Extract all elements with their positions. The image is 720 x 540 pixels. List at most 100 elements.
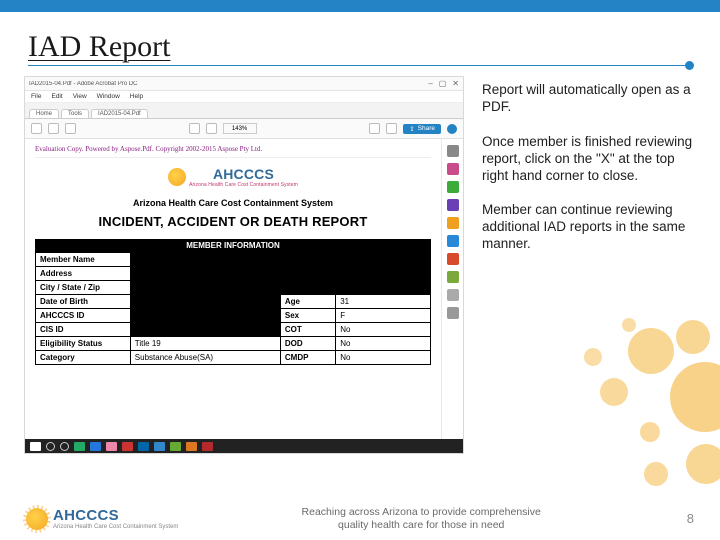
pdf-right-rail — [441, 139, 463, 439]
sun-icon — [168, 168, 186, 186]
page-number: 8 — [664, 511, 694, 526]
taskview-icon[interactable] — [60, 442, 69, 451]
watermark-header: Evaluation Copy. Powered by Aspose.Pdf. … — [35, 145, 431, 158]
label-address: Address — [36, 267, 131, 281]
instruction-paragraph: Once member is finished reviewing report… — [482, 134, 696, 185]
zoom-in-icon[interactable] — [206, 123, 217, 134]
redacted-cell — [130, 309, 280, 323]
mail-icon[interactable] — [65, 123, 76, 134]
tool-icon[interactable] — [369, 123, 380, 134]
tab-home[interactable]: Home — [29, 109, 59, 118]
search-tool-icon[interactable] — [447, 145, 459, 157]
acrobat-icon[interactable] — [202, 442, 213, 451]
org-name: Arizona Health Care Cost Containment Sys… — [35, 198, 431, 208]
menu-edit[interactable]: Edit — [51, 93, 62, 100]
logo-subtitle: Arizona Health Care Cost Containment Sys… — [189, 182, 298, 188]
app-icon[interactable] — [74, 442, 85, 451]
minimize-icon[interactable]: – — [428, 79, 432, 88]
windows-taskbar — [25, 439, 463, 453]
value-cot: No — [336, 323, 431, 337]
redacted-cell — [130, 253, 430, 267]
app-icon[interactable] — [90, 442, 101, 451]
redact-icon[interactable] — [447, 271, 459, 283]
pdf-viewer-screenshot: IAD2015-04.Pdf - Adobe Acrobat Pro DC – … — [24, 76, 464, 454]
ahcccs-logo: AHCCCS Arizona Health Care Cost Containm… — [35, 166, 431, 188]
close-icon[interactable]: ✕ — [452, 79, 459, 88]
title-underline — [28, 65, 692, 66]
print-icon[interactable] — [48, 123, 59, 134]
value-eligibility: Title 19 — [130, 337, 280, 351]
zoom-level[interactable]: 143% — [223, 123, 257, 134]
report-title: INCIDENT, ACCIDENT OR DEATH REPORT — [35, 214, 431, 229]
label-dob: Date of Birth — [36, 295, 131, 309]
combine-icon[interactable] — [447, 235, 459, 247]
value-category: Substance Abuse(SA) — [130, 351, 280, 365]
menu-bar: File Edit View Window Help — [25, 91, 463, 103]
cortana-icon[interactable] — [46, 442, 55, 451]
label-cmdp: CMDP — [280, 351, 335, 365]
redacted-cell — [130, 281, 430, 295]
footer-logo: AHCCCS Arizona Health Care Cost Containm… — [26, 507, 178, 530]
logo-text: AHCCCS — [189, 166, 298, 182]
sun-icon — [26, 508, 48, 530]
tab-tools[interactable]: Tools — [61, 109, 89, 118]
label-city: City / State / Zip — [36, 281, 131, 295]
menu-file[interactable]: File — [31, 93, 41, 100]
create-pdf-icon[interactable] — [447, 181, 459, 193]
value-cmdp: No — [336, 351, 431, 365]
menu-window[interactable]: Window — [97, 93, 120, 100]
member-info-table: Member Name Address City / State / Zip D… — [35, 252, 431, 365]
label-dod: DOD — [280, 337, 335, 351]
app-icon[interactable] — [138, 442, 149, 451]
value-dod: No — [336, 337, 431, 351]
slide-top-accent — [0, 0, 720, 12]
export-pdf-icon[interactable] — [447, 163, 459, 175]
label-age: Age — [280, 295, 335, 309]
edit-pdf-icon[interactable] — [447, 199, 459, 211]
window-title: IAD2015-04.Pdf - Adobe Acrobat Pro DC — [29, 81, 428, 87]
maximize-icon[interactable]: ▢ — [439, 79, 447, 88]
tab-active-document[interactable]: IAD2015-04.Pdf — [91, 109, 148, 118]
instruction-paragraph: Member can continue reviewing additional… — [482, 202, 696, 253]
value-age: 31 — [336, 295, 431, 309]
menu-view[interactable]: View — [73, 93, 87, 100]
label-cot: COT — [280, 323, 335, 337]
window-titlebar: IAD2015-04.Pdf - Adobe Acrobat Pro DC – … — [25, 77, 463, 91]
app-icon[interactable] — [186, 442, 197, 451]
redacted-cell — [130, 295, 280, 309]
app-icon[interactable] — [106, 442, 117, 451]
label-category: Category — [36, 351, 131, 365]
organize-icon[interactable] — [447, 253, 459, 265]
section-header: MEMBER INFORMATION — [35, 239, 431, 252]
label-member-name: Member Name — [36, 253, 131, 267]
instruction-paragraph: Report will automatically open as a PDF. — [482, 82, 696, 116]
label-ahcccs-id: AHCCCS ID — [36, 309, 131, 323]
document-tabs: Home Tools IAD2015-04.Pdf — [25, 103, 463, 119]
instruction-column: Report will automatically open as a PDF.… — [482, 76, 696, 454]
app-icon[interactable] — [154, 442, 165, 451]
app-icon[interactable] — [170, 442, 181, 451]
zoom-out-icon[interactable] — [189, 123, 200, 134]
label-eligibility: Eligibility Status — [36, 337, 131, 351]
footer-logo-subtitle: Arizona Health Care Cost Containment Sys… — [53, 524, 178, 530]
value-sex: F — [336, 309, 431, 323]
fill-sign-icon[interactable] — [447, 307, 459, 319]
protect-icon[interactable] — [447, 289, 459, 301]
label-sex: Sex — [280, 309, 335, 323]
account-icon[interactable] — [447, 124, 457, 134]
redacted-cell — [130, 267, 430, 281]
pdf-page: Evaluation Copy. Powered by Aspose.Pdf. … — [25, 139, 441, 439]
save-icon[interactable] — [31, 123, 42, 134]
label-cis-id: CIS ID — [36, 323, 131, 337]
footer-logo-text: AHCCCS — [53, 507, 178, 524]
share-button[interactable]: ⇪Share — [403, 124, 441, 134]
tool-icon[interactable] — [386, 123, 397, 134]
pdf-toolbar: 143% ⇪Share — [25, 119, 463, 139]
menu-help[interactable]: Help — [130, 93, 143, 100]
comment-icon[interactable] — [447, 217, 459, 229]
redacted-cell — [130, 323, 280, 337]
footer-tagline: Reaching across Arizona to provide compr… — [178, 506, 664, 532]
start-button-icon[interactable] — [30, 442, 41, 451]
app-icon[interactable] — [122, 442, 133, 451]
slide-footer: AHCCCS Arizona Health Care Cost Containm… — [0, 506, 720, 532]
